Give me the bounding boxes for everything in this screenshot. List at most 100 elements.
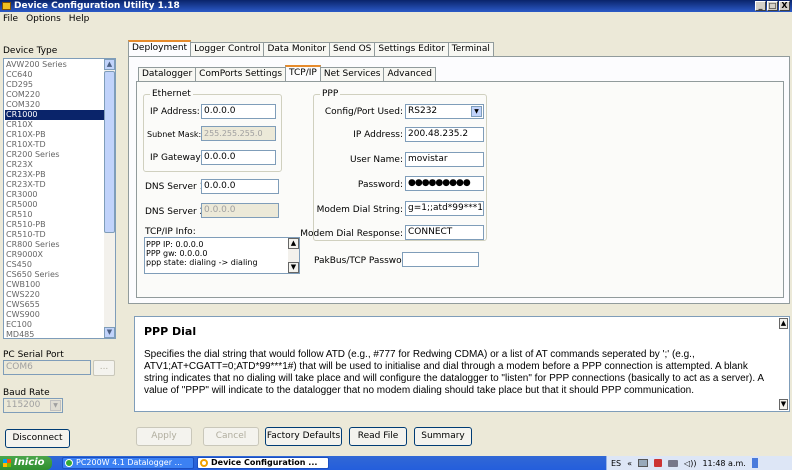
device-list-item[interactable]: CR510-TD <box>5 230 105 240</box>
modem-response-input[interactable]: CONNECT <box>405 225 484 240</box>
taskbar-item-device-config[interactable]: Device Configuration ... <box>197 457 329 469</box>
tab-data-monitor[interactable]: Data Monitor <box>263 42 331 56</box>
ppp-ip-input[interactable]: 200.48.235.2 <box>405 127 484 142</box>
dns2-input[interactable]: 0.0.0.0 <box>201 203 279 218</box>
subtab-advanced[interactable]: Advanced <box>383 67 436 81</box>
device-list-item[interactable]: CC640 <box>5 70 105 80</box>
device-list-item[interactable]: CR23X-TD <box>5 180 105 190</box>
device-list[interactable]: AVW200 Series CC640 CD295 COM220 COM320 CR100… <box>3 58 116 339</box>
help-scrollbar[interactable]: ▲ ▼ <box>779 317 789 411</box>
subnet-mask-label: Subnet Mask: <box>147 130 202 139</box>
start-button[interactable]: Inicio <box>0 456 52 470</box>
menu-options[interactable]: Options <box>26 12 61 26</box>
modem-dial-input[interactable]: g=1;;atd*99***1# <box>405 201 484 216</box>
device-type-label: Device Type <box>3 46 58 56</box>
menu-file[interactable]: File <box>3 12 18 26</box>
device-list-item[interactable]: CWB100 <box>5 280 105 290</box>
minimize-button[interactable]: _ <box>755 1 766 11</box>
tray-expand-icon[interactable]: « <box>627 459 632 468</box>
tab-deployment[interactable]: Deployment <box>128 40 192 56</box>
tcpip-info-box[interactable]: PPP IP: 0.0.0.0 PPP gw: 0.0.0.0 ppp stat… <box>144 237 300 274</box>
ethernet-ip-input[interactable]: 0.0.0.0 <box>201 104 276 119</box>
subtab-net-services[interactable]: Net Services <box>319 67 385 81</box>
device-list-item[interactable]: CR10X-PB <box>5 130 105 140</box>
device-list-item[interactable]: CWS220 <box>5 290 105 300</box>
cancel-button[interactable]: Cancel <box>203 427 259 446</box>
password-input[interactable]: ●●●●●●●●● <box>405 176 484 191</box>
device-list-item[interactable]: CR510-PB <box>5 220 105 230</box>
tab-settings-editor[interactable]: Settings Editor <box>374 42 449 56</box>
tab-terminal[interactable]: Terminal <box>447 42 494 56</box>
device-list-item[interactable]: AVW200 Series <box>5 60 105 70</box>
browse-button[interactable]: ... <box>93 360 115 376</box>
scroll-thumb[interactable] <box>104 71 115 233</box>
volume-icon[interactable]: ◁)) <box>684 459 696 468</box>
device-list-item[interactable]: COM220 <box>5 90 105 100</box>
device-list-item[interactable]: CR5000 <box>5 200 105 210</box>
close-button[interactable]: X <box>779 1 790 11</box>
dns1-input[interactable]: 0.0.0.0 <box>201 179 279 194</box>
device-list-item[interactable]: CR10X-TD <box>5 140 105 150</box>
network-icon[interactable] <box>638 459 649 467</box>
modem-dial-label: Modem Dial String: <box>316 205 403 215</box>
restore-button[interactable]: □ <box>767 1 778 11</box>
subtab-comports-settings[interactable]: ComPorts Settings <box>195 67 287 81</box>
menu-help[interactable]: Help <box>69 12 90 26</box>
help-text: Specifies the dial string that would fol… <box>144 349 764 396</box>
serial-port-select[interactable]: COM6 <box>3 360 91 375</box>
device-list-item[interactable]: CR3000 <box>5 190 105 200</box>
pakbus-password-label: PakBus/TCP Password: <box>314 256 414 266</box>
apply-button[interactable]: Apply <box>136 427 192 446</box>
serial-port-label: PC Serial Port <box>3 350 64 360</box>
show-desktop-icon[interactable] <box>751 458 758 468</box>
tab-send-os[interactable]: Send OS <box>329 42 376 56</box>
taskbar-item-pc200w[interactable]: PC200W 4.1 Datalogger ... <box>62 457 194 469</box>
app-icon <box>2 2 11 10</box>
scroll-down-icon[interactable]: ▼ <box>288 262 299 273</box>
summary-button[interactable]: Summary <box>414 427 472 446</box>
device-list-item[interactable]: CR23X-PB <box>5 170 105 180</box>
scroll-down-icon[interactable]: ▼ <box>779 399 788 410</box>
tab-logger-control[interactable]: Logger Control <box>190 42 265 56</box>
user-name-label: User Name: <box>350 155 403 165</box>
dns1-label: DNS Server 1: <box>145 182 209 192</box>
device-list-scrollbar[interactable]: ▲ ▼ <box>104 59 115 338</box>
ip-gateway-input[interactable]: 0.0.0.0 <box>201 150 276 165</box>
device-list-item[interactable]: MD485 <box>5 330 105 338</box>
factory-defaults-button[interactable]: Factory Defaults <box>265 427 342 446</box>
device-list-item[interactable]: CR9000X <box>5 250 105 260</box>
taskbar-item-label: Device Configuration ... <box>211 458 318 467</box>
security-icon[interactable] <box>654 459 663 467</box>
title-bar[interactable]: Device Configuration Utility 1.18 _ □ X <box>0 0 792 12</box>
scroll-up-icon[interactable]: ▲ <box>779 318 788 329</box>
device-list-item[interactable]: CR10X <box>5 120 105 130</box>
device-list-item[interactable]: COM320 <box>5 100 105 110</box>
printer-icon[interactable] <box>668 459 679 467</box>
tcpip-info-scrollbar[interactable]: ▲ ▼ <box>288 238 299 273</box>
device-list-item[interactable]: CS650 Series <box>5 270 105 280</box>
scroll-up-icon[interactable]: ▲ <box>104 59 115 70</box>
baud-rate-select[interactable]: 115200 ▼ <box>3 398 63 413</box>
device-list-item[interactable]: CR800 Series <box>5 240 105 250</box>
device-list-item[interactable]: CWS900 <box>5 310 105 320</box>
subtab-datalogger[interactable]: Datalogger <box>138 67 197 81</box>
language-indicator[interactable]: ES <box>611 459 621 468</box>
tcpip-info-line: PPP IP: 0.0.0.0 <box>146 240 204 249</box>
device-list-item[interactable]: CD295 <box>5 80 105 90</box>
device-list-item[interactable]: EC100 <box>5 320 105 330</box>
user-name-input[interactable]: movistar <box>405 152 484 167</box>
device-list-item[interactable]: CWS655 <box>5 300 105 310</box>
device-list-item[interactable]: CR1000 <box>5 110 105 120</box>
device-list-item[interactable]: CR200 Series <box>5 150 105 160</box>
scroll-down-icon[interactable]: ▼ <box>104 327 115 338</box>
scroll-up-icon[interactable]: ▲ <box>288 238 299 249</box>
read-file-button[interactable]: Read File <box>349 427 407 446</box>
config-port-select[interactable]: RS232 ▼ <box>405 104 484 119</box>
disconnect-button[interactable]: Disconnect <box>5 429 70 448</box>
device-list-item[interactable]: CR23X <box>5 160 105 170</box>
pakbus-password-input[interactable] <box>402 252 479 267</box>
device-list-item[interactable]: CS450 <box>5 260 105 270</box>
subnet-mask-input[interactable]: 255.255.255.0 <box>201 126 276 141</box>
device-list-item[interactable]: CR510 <box>5 210 105 220</box>
subtab-tcpip[interactable]: TCP/IP <box>285 65 321 81</box>
